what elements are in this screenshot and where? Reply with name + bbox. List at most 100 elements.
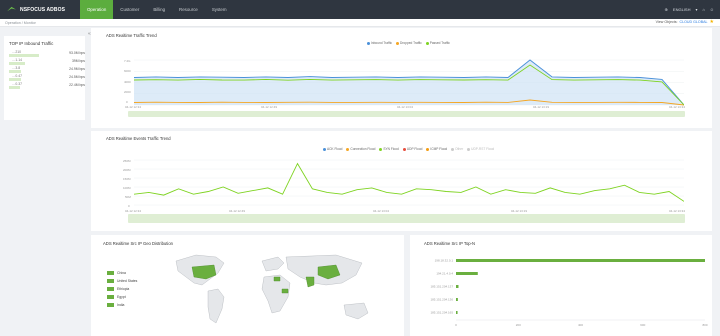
map-region-india[interactable] (305, 276, 315, 288)
topn-ip-label: 185.151.204.165 (430, 310, 453, 314)
x-tick: 04-12 13:34 (669, 209, 686, 213)
legend-connection[interactable]: Connection Flood (346, 147, 375, 151)
top-ip-row[interactable]: …210 93.0M bps (9, 50, 85, 58)
view-objects-selector[interactable]: CLOUD GLOBAL (680, 20, 708, 24)
topn-panel: ADS Realtime Src IP Top-N 198.18.32.0.1 1… (410, 235, 712, 336)
ip-traffic-value: 24.9M bps (69, 66, 85, 71)
top-ip-row[interactable]: …3.8 24.9M bps (9, 66, 85, 74)
traffic-chart (134, 59, 684, 106)
brand[interactable]: NSFOCUS ADBOS (0, 0, 80, 19)
chevron-down-icon[interactable]: ▾ (695, 7, 697, 12)
legend-udp-rst[interactable]: UDP-RST Flood (467, 147, 494, 151)
events-zoom-slider[interactable] (128, 214, 685, 223)
events-chart (134, 159, 684, 206)
traffic-trend-title: ADS Realtime Traffic Trend (106, 33, 157, 38)
legend-dropped[interactable]: Dropped Traffic (396, 41, 422, 45)
topn-x-tick: 600 (640, 323, 645, 327)
topn-ip-label: 185.151.204.137 (430, 284, 453, 288)
x-tick: 04-12 12:34 (125, 209, 142, 213)
map-region-ethiopia[interactable] (281, 288, 289, 294)
x-tick: 04-12 12:49 (229, 209, 246, 213)
traffic-legend: Inbound Traffic Dropped Traffic Passed T… (367, 41, 450, 45)
top-ip-row[interactable]: …0.37 22.4M bps (9, 82, 85, 90)
legend-inbound[interactable]: Inbound Traffic (367, 41, 392, 45)
x-tick: 04-12 13:19 (511, 209, 528, 213)
x-tick: 04-12 12:49 (261, 105, 278, 109)
syn-flood-line (134, 162, 684, 202)
star-icon[interactable]: ★ (710, 20, 714, 25)
ip-traffic-bar (9, 78, 21, 81)
legend-other[interactable]: Other (451, 147, 463, 151)
y-tick: 150M (123, 177, 131, 181)
ip-traffic-bar (9, 70, 21, 73)
top-ip-title: TOP IP Inbound Traffic (9, 41, 54, 46)
globe-icon[interactable]: ⊕ (665, 7, 668, 12)
topn-x-tick: 400 (578, 323, 583, 327)
top-ip-row[interactable]: …1.14 39M bps (9, 58, 85, 66)
events-trend-title: ADS Realtime Events Traffic Trend (106, 136, 171, 141)
legend-syn[interactable]: SYN Flood (379, 147, 399, 151)
geo-legend-egypt[interactable]: Egypt (107, 295, 126, 299)
ip-address: …0.47 (12, 74, 22, 78)
legend-passed[interactable]: Passed Traffic (425, 41, 450, 45)
geo-legend-china[interactable]: China (107, 271, 126, 275)
ip-address: …1.14 (12, 58, 22, 62)
geo-legend-india[interactable]: India (107, 303, 124, 307)
view-objects-label: View Objects: (655, 20, 678, 25)
top-nav: NSFOCUS ADBOS Operation Customer Billing… (0, 0, 720, 19)
topn-ip-label: 185.151.204.136 (430, 297, 453, 301)
ip-address: …0.37 (12, 82, 22, 86)
x-tick: 04-12 12:34 (125, 105, 142, 109)
topn-x-tick: 0 (455, 323, 457, 327)
nav-operation[interactable]: Operation (80, 0, 114, 19)
legend-ack[interactable]: ACK Flood (323, 147, 342, 151)
geo-legend-ethiopia[interactable]: Ethiopia (107, 287, 129, 291)
topn-bar (456, 285, 459, 288)
ip-address: …3.8 (12, 66, 21, 70)
ip-traffic-value: 39M bps (71, 58, 85, 63)
topn-x-tick: 200 (516, 323, 521, 327)
top-ip-panel: TOP IP Inbound Traffic …210 93.0M bps …1.1… (4, 36, 85, 120)
nav-resource[interactable]: Resource (172, 0, 205, 19)
x-tick: 04-12 13:19 (533, 105, 550, 109)
ip-traffic-bar (9, 86, 20, 89)
geo-legend-us[interactable]: United States (107, 279, 137, 283)
traffic-zoom-slider[interactable] (128, 111, 685, 117)
y-tick: 0 (126, 100, 128, 104)
topn-ip-label: 198.18.32.0.1 (435, 258, 454, 262)
traffic-trend-panel: ADS Realtime Traffic Trend Inbound Traff… (91, 28, 712, 128)
topn-bar (456, 298, 458, 301)
y-tick: 6000 (124, 69, 131, 73)
topn-bar (456, 259, 705, 262)
user-icon[interactable]: ☺ (710, 7, 714, 12)
nav-system[interactable]: System (205, 0, 234, 19)
ip-traffic-value: 22.4M bps (69, 82, 85, 87)
map-region-egypt[interactable] (273, 276, 281, 282)
ip-traffic-value: 24.5M bps (69, 74, 85, 79)
nav-customer[interactable]: Customer (113, 0, 146, 19)
brand-logo-icon (7, 6, 16, 12)
geo-title: ADS Realtime Src IP Geo Distribution (103, 241, 173, 246)
legend-udp[interactable]: UDP Flood (402, 147, 422, 151)
y-tick: 2000 (124, 90, 131, 94)
y-tick: 7.2G (124, 59, 131, 63)
view-objects: View Objects: CLOUD GLOBAL ★ (655, 20, 714, 25)
world-map[interactable] (166, 249, 386, 334)
legend-icmp[interactable]: ICMP Flood (426, 147, 447, 151)
top-ip-row[interactable]: …0.47 24.5M bps (9, 74, 85, 82)
y-tick: 200M (123, 168, 131, 172)
ip-traffic-value: 93.0M bps (69, 50, 85, 55)
breadcrumb[interactable]: Operation / Monitor (5, 21, 36, 25)
y-tick: 50M (125, 195, 131, 199)
events-trend-panel: ADS Realtime Events Traffic Trend ACK Fl… (91, 131, 712, 231)
x-tick: 04-12 13:04 (373, 209, 390, 213)
nav-billing[interactable]: Billing (146, 0, 172, 19)
language-selector[interactable]: ENGLISH (673, 7, 691, 12)
inbound-area (134, 60, 684, 105)
events-legend: ACK Flood Connection Flood SYN Flood UDP… (323, 147, 494, 151)
ip-traffic-bar (9, 54, 39, 57)
home-icon[interactable]: ⌂ (702, 7, 704, 12)
geo-panel: ADS Realtime Src IP Geo Distribution Chi… (91, 235, 404, 336)
ip-address: …210 (12, 50, 22, 54)
topn-bar (456, 311, 458, 314)
